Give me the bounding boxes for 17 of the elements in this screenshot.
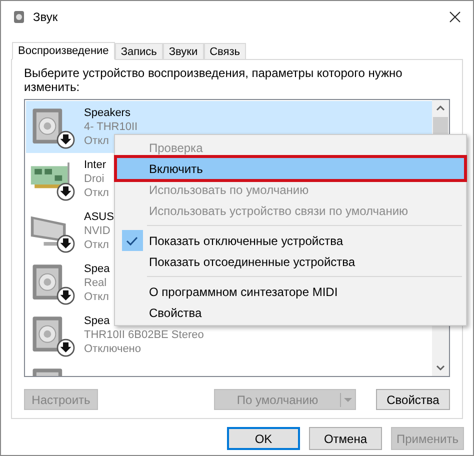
device-detail: Droi [84, 172, 106, 186]
instruction-text: Выберите устройство воспроизведения, параметры которого нужно изменить: [24, 66, 404, 94]
device-detail: 4- THR10II [84, 120, 138, 134]
device-status: Откл [84, 134, 110, 148]
device-status: Откл [84, 186, 109, 200]
device-name: ASUS [84, 210, 114, 224]
device-name: Speakers [84, 106, 132, 120]
device-name: Spea [84, 262, 110, 276]
device-detail: THR10II 6B02BE Stereo [84, 328, 204, 342]
device-status: Откл [84, 290, 110, 304]
device-name: Inter [84, 158, 108, 172]
device-detail: Real [84, 276, 108, 290]
device-name: Spea [84, 314, 111, 328]
device-status: Откл [84, 238, 110, 252]
device-detail: NVID [84, 224, 112, 238]
device-status: Отключено [84, 342, 142, 356]
window-title: Звук [33, 9, 59, 26]
